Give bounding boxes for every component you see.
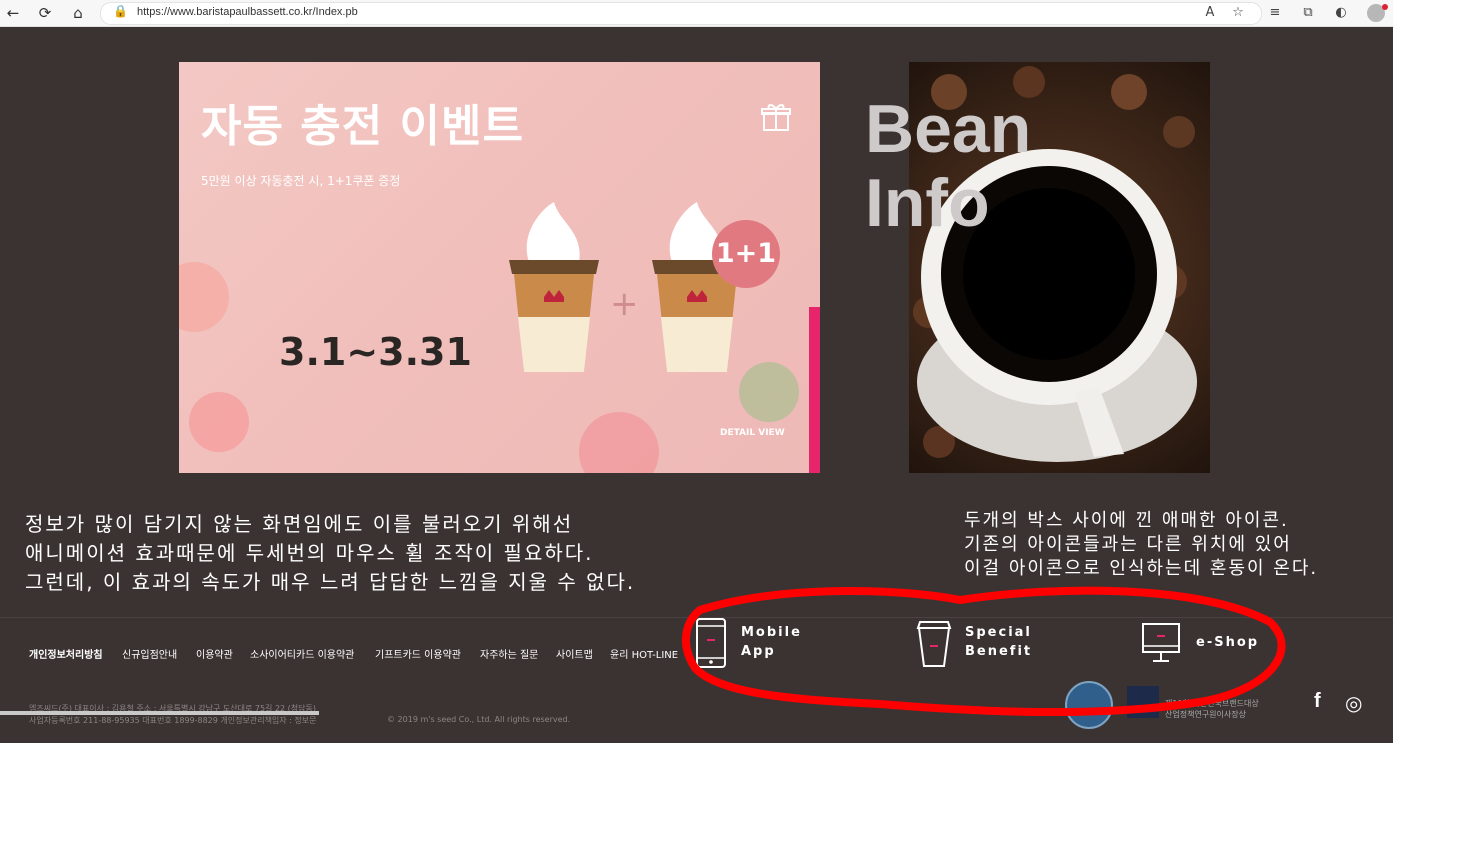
red-annotation-circle xyxy=(681,586,1286,717)
